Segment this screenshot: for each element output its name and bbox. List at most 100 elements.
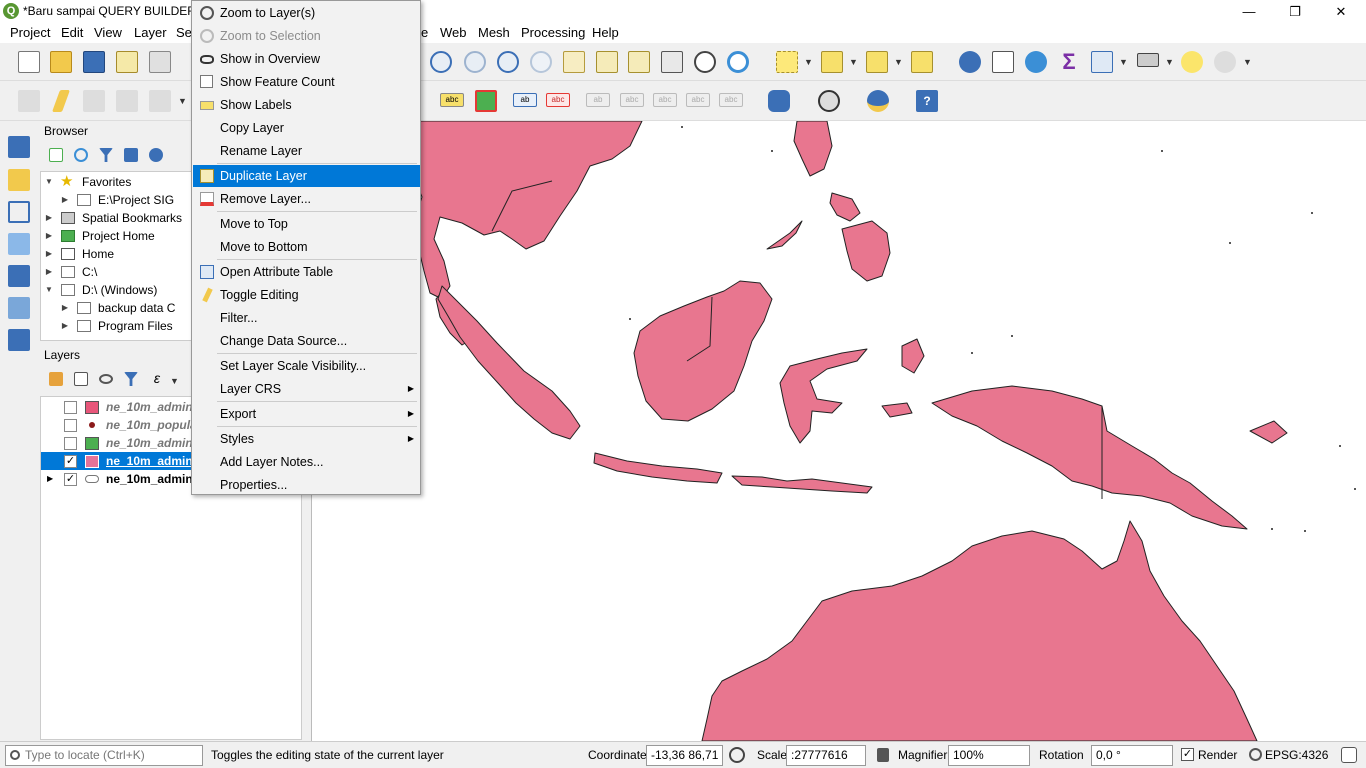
menu-item-duplicate-layer[interactable]: Duplicate Layer [193,165,420,187]
add-raster-icon[interactable] [8,265,30,287]
menu-item-export[interactable]: Export ▶ [193,403,420,425]
label-pin-icon[interactable]: ab [513,93,537,107]
menu-item-add-layer-notes[interactable]: Add Layer Notes... [193,451,420,473]
label-highlight-icon[interactable]: abc [546,93,570,107]
select-features-icon[interactable] [776,51,798,73]
toggle-editing-pencil-icon[interactable] [51,90,71,112]
show-bookmarks-icon[interactable] [628,51,650,73]
menu-vector[interactable]: e [421,25,428,40]
python-console-icon[interactable] [867,90,889,112]
layer-visibility-checkbox[interactable] [64,419,77,432]
zoom-full-icon[interactable] [497,51,519,73]
bookmarks-book-icon[interactable] [661,51,683,73]
visibility-eye-icon[interactable] [99,374,113,384]
menu-layer[interactable]: Layer [134,25,167,40]
layer-visibility-checkbox[interactable]: ✓ [64,455,77,468]
zoom-layer-toolbar-icon[interactable] [563,51,585,73]
identify-icon[interactable] [959,51,981,73]
globe-plugin-icon[interactable] [818,90,840,112]
menu-item-change-data-source[interactable]: Change Data Source... [193,330,420,352]
properties-info-icon[interactable] [149,148,163,162]
menu-item-rename-layer[interactable]: Rename Layer [193,140,420,162]
measure-icon[interactable] [1137,53,1159,67]
menu-item-show-feature-count[interactable]: Show Feature Count [193,71,420,93]
menu-view[interactable]: View [94,25,122,40]
menu-project[interactable]: Project [10,25,50,40]
filter-legend-icon[interactable] [124,372,138,386]
menu-item-styles[interactable]: Styles ▶ [193,428,420,450]
minimize-button[interactable]: — [1226,0,1272,23]
menu-item-move-to-top[interactable]: Move to Top [193,213,420,235]
menu-item-set-scale-visibility[interactable]: Set Layer Scale Visibility... [193,355,420,377]
menu-help[interactable]: Help [592,25,619,40]
layer-visibility-checkbox[interactable]: ✓ [64,473,77,486]
menu-item-filter[interactable]: Filter... [193,307,420,329]
map-canvas[interactable] [311,121,1366,741]
select-by-value-icon[interactable] [821,51,843,73]
new-project-icon[interactable] [18,51,40,73]
deselect-icon[interactable] [866,51,888,73]
filter-expression-icon[interactable]: ε [149,370,165,386]
close-button[interactable]: ✕ [1318,0,1364,23]
magnifier-field[interactable]: 100% [948,745,1030,766]
restore-button[interactable]: ❐ [1272,0,1318,23]
menu-item-open-attribute-table[interactable]: Open Attribute Table [193,261,420,283]
layer-styling-icon[interactable] [49,372,63,386]
open-table-icon[interactable] [1091,51,1113,73]
messages-icon[interactable] [1341,747,1357,763]
add-vector-layer-icon[interactable] [8,169,30,191]
browser-refresh-icon[interactable] [74,148,88,162]
toggle-extents-icon[interactable] [729,747,745,763]
browser-filter-icon[interactable] [99,148,113,162]
save-project-icon[interactable] [83,51,105,73]
new-bookmark-icon[interactable] [596,51,618,73]
statistics-sigma-icon[interactable]: Σ [1058,51,1080,73]
select-location-icon[interactable] [911,51,933,73]
data-source-manager-icon[interactable] [8,136,30,158]
scale-field[interactable]: :27777616 [786,745,866,766]
refresh-icon[interactable] [727,51,749,73]
zoom-native-icon[interactable] [464,51,486,73]
add-feather-icon[interactable] [8,233,30,255]
menu-item-copy-layer[interactable]: Copy Layer [193,117,420,139]
menu-mesh[interactable]: Mesh [478,25,510,40]
field-calculator-icon[interactable] [1025,51,1047,73]
db-manager-icon[interactable] [768,90,790,112]
render-checkbox[interactable]: ✓ [1181,748,1194,761]
attribute-table-toolbar-icon[interactable] [992,51,1014,73]
add-delimited-text-icon[interactable] [8,201,30,223]
temporal-clock-icon[interactable] [694,51,716,73]
zoom-in-icon[interactable] [430,51,452,73]
layer-visibility-checkbox[interactable] [64,401,77,414]
lock-scale-icon[interactable] [877,748,889,762]
menu-web[interactable]: Web [440,25,467,40]
menu-item-remove-layer[interactable]: Remove Layer... [193,188,420,210]
menu-item-zoom-to-layer[interactable]: Zoom to Layer(s) [193,2,420,24]
map-tips-icon[interactable] [1181,51,1203,73]
add-selected-layers-icon[interactable] [49,148,63,162]
crs-globe-icon[interactable] [1249,748,1262,761]
map-svg[interactable] [312,121,1366,741]
collapse-all-icon[interactable] [124,148,138,162]
add-group-icon[interactable] [74,372,88,386]
rotation-field[interactable]: 0,0 ° [1091,745,1173,766]
menu-item-show-in-overview[interactable]: Show in Overview [193,48,420,70]
add-virtual-layer-icon[interactable] [8,329,30,351]
menu-item-properties[interactable]: Properties... [193,474,420,496]
menu-item-show-labels[interactable]: Show Labels [193,94,420,116]
new-print-layout-icon[interactable] [116,51,138,73]
menu-item-toggle-editing[interactable]: Toggle Editing [193,284,420,306]
expand-arrow-icon[interactable]: ▶ [47,470,53,488]
menu-item-move-to-bottom[interactable]: Move to Bottom [193,236,420,258]
label-abc-icon[interactable]: abc [440,93,464,107]
crs-indicator[interactable]: EPSG:4326 [1265,748,1328,762]
coordinate-field[interactable]: -13,36 86,71 [646,745,723,766]
style-manager-icon[interactable] [149,51,171,73]
add-mesh-icon[interactable] [8,297,30,319]
layer-visibility-checkbox[interactable] [64,437,77,450]
menu-edit[interactable]: Edit [61,25,83,40]
open-project-icon[interactable] [50,51,72,73]
zoom-selection-toolbar-icon[interactable] [530,51,552,73]
diagram-icon[interactable] [475,90,497,112]
menu-item-layer-crs[interactable]: Layer CRS ▶ [193,378,420,400]
